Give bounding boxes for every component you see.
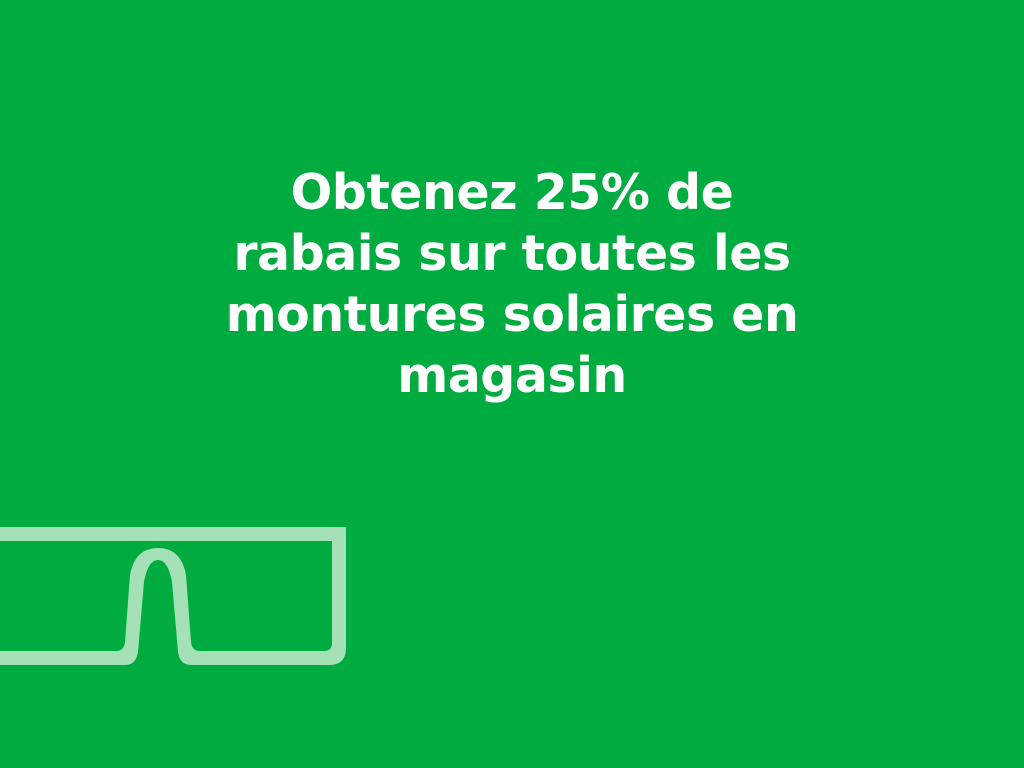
promo-headline: Obtenez 25% de rabais sur toutes les mon… — [150, 162, 874, 406]
glasses-frame — [0, 527, 346, 665]
promo-line-3: montures solaires en — [225, 286, 799, 343]
promo-line-2: rabais sur toutes les — [233, 225, 791, 282]
promo-line-4: magasin — [397, 347, 627, 404]
promo-line-1: Obtenez 25% de — [290, 164, 734, 221]
glasses-icon — [0, 527, 346, 665]
